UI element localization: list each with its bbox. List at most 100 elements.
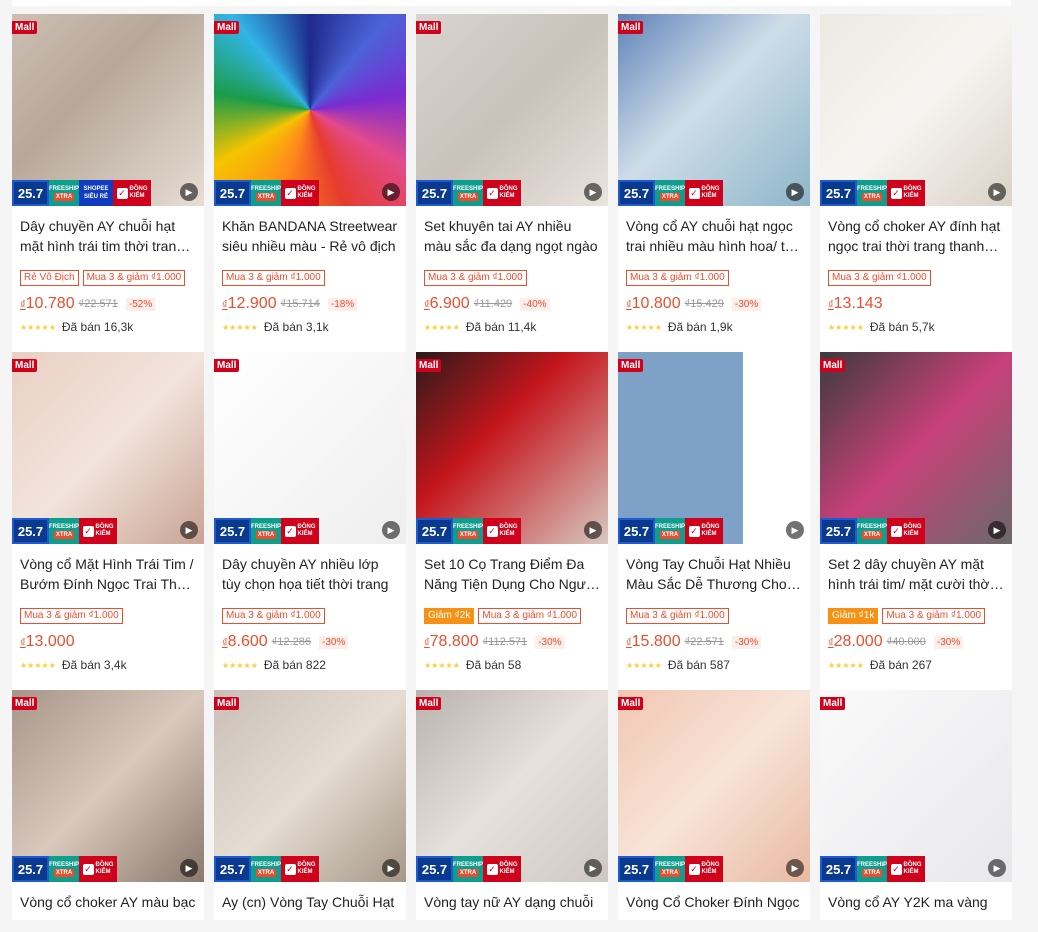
- product-card[interactable]: Mall 25.7 FREESHIP XTRA ✓ ĐỒNG KIỂM ▶ Vòng …: [820, 690, 1012, 920]
- price: ₫10.800: [626, 295, 681, 312]
- check-icon: ✓: [284, 525, 296, 537]
- product-image[interactable]: Mall 25.7 FREESHIP XTRA ✓ ĐỒNG KIỂM ▶: [618, 14, 810, 206]
- mall-badge: Mall: [416, 21, 442, 34]
- play-icon[interactable]: ▶: [180, 859, 198, 877]
- product-name[interactable]: Vòng cổ choker AY đính hạt ngọc trai thờ…: [828, 216, 1004, 256]
- dong-kiem-badge: ✓ ĐỒNG KIỂM: [113, 180, 151, 206]
- play-icon[interactable]: ▶: [988, 521, 1006, 539]
- product-image[interactable]: Mall 25.7 FREESHIP XTRA ✓ ĐỒNG KIỂM ▶: [12, 352, 204, 544]
- promo-strip: 25.7 FREESHIP XTRA ✓ ĐỒNG KIỂM: [12, 518, 117, 544]
- product-card[interactable]: 25.7 FREESHIP XTRA ✓ ĐỒNG KIỂM ▶ Vòng cổ ch…: [820, 14, 1012, 352]
- product-card[interactable]: Mall 25.7 FREESHIP XTRA ✓ ĐỒNG KIỂM ▶ Vòng …: [618, 690, 810, 920]
- dong-kiem-badge: ✓ ĐỒNG KIỂM: [483, 518, 521, 544]
- product-image[interactable]: Mall 25.7 FREESHIP XTRA ✓ ĐỒNG KIỂM ▶: [12, 690, 204, 882]
- product-image[interactable]: Mall 25.7 FREESHIP XTRA ✓ ĐỒNG KIỂM ▶: [214, 690, 406, 882]
- product-card[interactable]: Mall 25.7 FREESHIP XTRA ✓ ĐỒNG KIỂM ▶ Ay (c…: [214, 690, 406, 920]
- product-card[interactable]: Mall 25.7 FREESHIP XTRA ✓ ĐỒNG KIỂM ▶ Vòng …: [618, 14, 810, 352]
- star-icon: ★★★★★: [424, 660, 460, 670]
- product-image[interactable]: 25.7 FREESHIP XTRA ✓ ĐỒNG KIỂM ▶: [820, 14, 1012, 206]
- play-icon[interactable]: ▶: [786, 521, 804, 539]
- dong-kiem-badge: ✓ ĐỒNG KIỂM: [685, 856, 723, 882]
- product-name[interactable]: Set 10 Cọ Trang Điểm Đa Năng Tiện Dụng C…: [424, 554, 600, 594]
- product-image[interactable]: Mall 25.7 FREESHIP XTRA ✓ ĐỒNG KIỂM ▶: [820, 352, 1012, 544]
- promo-strip: 25.7 FREESHIP XTRA SHOPEE SIÊU RẺ ✓ ĐỒNG KIỂ…: [12, 180, 151, 206]
- sale-day-badge: 25.7: [618, 856, 655, 882]
- sale-day-badge: 25.7: [214, 180, 251, 206]
- product-image[interactable]: Mall 25.7 FREESHIP XTRA SHOPEE SIÊU RẺ ✓ ĐỒ…: [12, 14, 204, 206]
- play-icon[interactable]: ▶: [382, 183, 400, 201]
- sale-day-badge: 25.7: [214, 856, 251, 882]
- product-image[interactable]: Mall 25.7 FREESHIP XTRA ✓ ĐỒNG KIỂM ▶: [618, 352, 810, 544]
- product-name[interactable]: Vòng cổ Mặt Hình Trái Tim / Bướm Đính Ng…: [20, 554, 196, 594]
- old-price: ₫112.571: [482, 636, 528, 648]
- promo-tags: Mua 3 & giảm ₫1.000: [828, 270, 1004, 286]
- product-name[interactable]: Dây chuyền AY nhiều lớp tùy chọn họa tiế…: [222, 554, 398, 594]
- product-name[interactable]: Vòng tay nữ AY dạng chuỗi: [424, 892, 600, 932]
- product-name[interactable]: Set 2 dây chuyền AY mặt hình trái tim/ m…: [828, 554, 1004, 594]
- freeship-badge: FREESHIP XTRA: [251, 518, 281, 544]
- promo-tag: Mua 3 & giảm ₫1.000: [82, 270, 186, 286]
- price-line: ₫8.600 ₫12.286 -30%: [222, 632, 398, 652]
- product-image[interactable]: Mall 25.7 FREESHIP XTRA ✓ ĐỒNG KIỂM ▶: [618, 690, 810, 882]
- product-name[interactable]: Set khuyên tai AY nhiều màu sắc đa dạng …: [424, 216, 600, 256]
- product-name[interactable]: Dây chuyền AY chuỗi hạt mặt hình trái ti…: [20, 216, 196, 256]
- product-card[interactable]: Mall 25.7 FREESHIP XTRA ✓ ĐỒNG KIỂM ▶ Set 2…: [820, 352, 1012, 690]
- sold-count: Đã bán 16,3k: [61, 320, 134, 334]
- play-icon[interactable]: ▶: [786, 183, 804, 201]
- old-price: ₫15.429: [684, 298, 724, 310]
- shopee-sieu-re-badge: SHOPEE SIÊU RẺ: [79, 180, 113, 206]
- product-name[interactable]: Khăn BANDANA Streetwear siêu nhiều màu -…: [222, 216, 398, 256]
- product-image[interactable]: Mall 25.7 FREESHIP XTRA ✓ ĐỒNG KIỂM ▶: [416, 352, 608, 544]
- product-card[interactable]: Mall 25.7 FREESHIP XTRA ✓ ĐỒNG KIỂM ▶ Khăn …: [214, 14, 406, 352]
- product-name[interactable]: Ay (cn) Vòng Tay Chuỗi Hạt: [222, 892, 398, 932]
- play-icon[interactable]: ▶: [988, 183, 1006, 201]
- play-icon[interactable]: ▶: [786, 859, 804, 877]
- price-line: ₫10.780 ₫22.571 -52%: [20, 294, 196, 314]
- play-icon[interactable]: ▶: [180, 183, 198, 201]
- play-icon[interactable]: ▶: [382, 859, 400, 877]
- product-image[interactable]: Mall 25.7 FREESHIP XTRA ✓ ĐỒNG KIỂM ▶: [416, 690, 608, 882]
- product-image[interactable]: Mall 25.7 FREESHIP XTRA ✓ ĐỒNG KIỂM ▶: [214, 14, 406, 206]
- product-name[interactable]: Vòng cổ choker AY màu bạc: [20, 892, 196, 932]
- play-icon[interactable]: ▶: [584, 183, 602, 201]
- promo-strip: 25.7 FREESHIP XTRA ✓ ĐỒNG KIỂM: [820, 518, 925, 544]
- play-icon[interactable]: ▶: [584, 521, 602, 539]
- product-card[interactable]: Mall 25.7 FREESHIP XTRA ✓ ĐỒNG KIỂM ▶ Vòng …: [416, 690, 608, 920]
- dong-kiem-badge: ✓ ĐỒNG KIỂM: [685, 180, 723, 206]
- product-card[interactable]: Mall 25.7 FREESHIP XTRA ✓ ĐỒNG KIỂM ▶ Set 1…: [416, 352, 608, 690]
- promo-strip: 25.7 FREESHIP XTRA ✓ ĐỒNG KIỂM: [214, 518, 319, 544]
- promo-strip: 25.7 FREESHIP XTRA ✓ ĐỒNG KIỂM: [618, 180, 723, 206]
- freeship-badge: FREESHIP XTRA: [251, 856, 281, 882]
- product-name[interactable]: Vòng Cổ Choker Đính Ngọc: [626, 892, 802, 932]
- play-icon[interactable]: ▶: [180, 521, 198, 539]
- play-icon[interactable]: ▶: [988, 859, 1006, 877]
- discount-badge: -52%: [125, 297, 156, 311]
- product-name[interactable]: Vòng cổ AY Y2K ma vàng: [828, 892, 1004, 932]
- freeship-badge: FREESHIP XTRA: [857, 856, 887, 882]
- mall-badge: Mall: [416, 697, 442, 710]
- product-image[interactable]: Mall 25.7 FREESHIP XTRA ✓ ĐỒNG KIỂM ▶: [820, 690, 1012, 882]
- promo-tags: Mua 3 & giảm ₫1.000: [222, 608, 398, 624]
- product-card[interactable]: Mall 25.7 FREESHIP XTRA ✓ ĐỒNG KIỂM ▶ Vòng …: [12, 352, 204, 690]
- sold-count: Đã bán 587: [667, 658, 730, 672]
- product-card[interactable]: Mall 25.7 FREESHIP XTRA SHOPEE SIÊU RẺ ✓ ĐỒ…: [12, 14, 204, 352]
- product-image[interactable]: Mall 25.7 FREESHIP XTRA ✓ ĐỒNG KIỂM ▶: [416, 14, 608, 206]
- mall-badge: Mall: [12, 21, 38, 34]
- check-icon: ✓: [82, 525, 94, 537]
- product-card[interactable]: Mall 25.7 FREESHIP XTRA ✓ ĐỒNG KIỂM ▶ Vòng …: [618, 352, 810, 690]
- price-line: ₫6.900 ₫11.429 -40%: [424, 294, 600, 314]
- product-image[interactable]: Mall 25.7 FREESHIP XTRA ✓ ĐỒNG KIỂM ▶: [214, 352, 406, 544]
- product-card[interactable]: Mall 25.7 FREESHIP XTRA ✓ ĐỒNG KIỂM ▶ Vòng …: [12, 690, 204, 920]
- star-icon: ★★★★★: [626, 660, 662, 670]
- product-name[interactable]: Vòng Tay Chuỗi Hạt Nhiều Màu Sắc Dễ Thươ…: [626, 554, 802, 594]
- check-icon: ✓: [688, 187, 700, 199]
- product-card[interactable]: Mall 25.7 FREESHIP XTRA ✓ ĐỒNG KIỂM ▶ Set k…: [416, 14, 608, 352]
- product-card[interactable]: Mall 25.7 FREESHIP XTRA ✓ ĐỒNG KIỂM ▶ Dây c…: [214, 352, 406, 690]
- sale-day-badge: 25.7: [12, 856, 49, 882]
- play-icon[interactable]: ▶: [382, 521, 400, 539]
- mall-badge: Mall: [12, 359, 38, 372]
- mall-badge: Mall: [618, 359, 644, 372]
- play-icon[interactable]: ▶: [584, 859, 602, 877]
- rating-sold: ★★★★★ Đã bán 1,9k: [626, 320, 802, 334]
- product-name[interactable]: Vòng cổ AY chuỗi hạt ngọc trai nhiều màu…: [626, 216, 802, 256]
